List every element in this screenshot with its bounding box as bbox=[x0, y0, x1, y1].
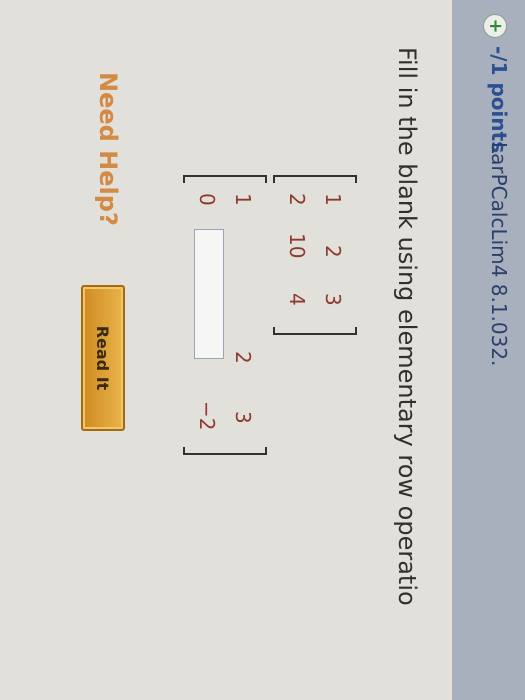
matrix-result: 1 2 3 0 −2 bbox=[183, 175, 267, 455]
matrix-cell: 4 bbox=[285, 293, 309, 306]
problem-id: LarPCalcLim4 8.1.032. bbox=[487, 142, 511, 367]
need-help-label: Need Help? bbox=[94, 72, 122, 226]
matrix-cell: 3 bbox=[321, 293, 345, 306]
matrix-original: 1 2 3 2 10 4 bbox=[273, 175, 357, 335]
matrix-cell: 1 bbox=[231, 193, 255, 206]
matrix-cell: 10 bbox=[285, 233, 309, 259]
points-label: -/1 points bbox=[487, 46, 511, 154]
matrix-bracket-left bbox=[273, 175, 357, 183]
question-body: Fill in the blank using elementary row o… bbox=[0, 0, 452, 700]
read-it-button[interactable]: Read It bbox=[81, 285, 125, 431]
question-header: + -/1 points LarPCalcLim4 8.1.032. bbox=[452, 0, 525, 700]
matrix-cell: 2 bbox=[321, 245, 345, 258]
instruction-text: Fill in the blank using elementary row o… bbox=[393, 47, 421, 606]
matrix-bracket-left bbox=[183, 175, 267, 183]
matrix-cell: −2 bbox=[195, 401, 219, 431]
question-card: + -/1 points LarPCalcLim4 8.1.032. Fill … bbox=[0, 0, 525, 700]
matrix-bracket-right bbox=[183, 447, 267, 455]
matrix-cell: 2 bbox=[231, 351, 255, 364]
matrix-cell: 3 bbox=[231, 411, 255, 424]
matrix-cell: 2 bbox=[285, 193, 309, 206]
plus-circle-icon[interactable]: + bbox=[483, 14, 507, 38]
answer-input[interactable] bbox=[194, 229, 224, 359]
matrix-cell: 0 bbox=[195, 193, 219, 206]
matrix-bracket-right bbox=[273, 327, 357, 335]
matrix-cell: 1 bbox=[321, 193, 345, 206]
